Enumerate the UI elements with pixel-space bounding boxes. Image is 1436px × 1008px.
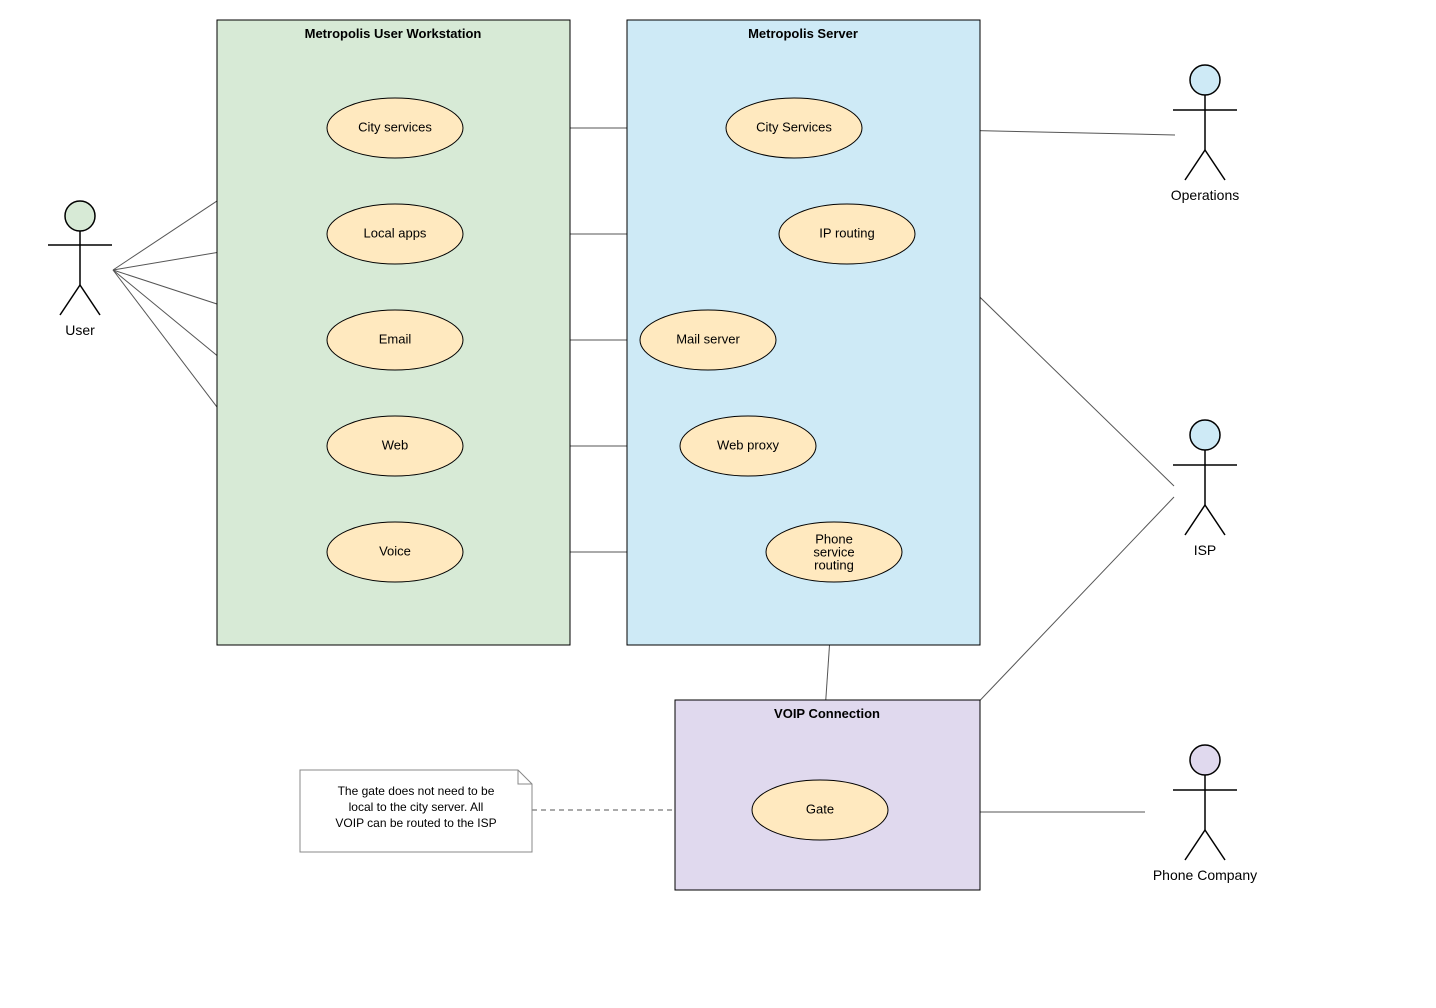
svg-text:Mail server: Mail server — [676, 331, 740, 346]
note-line3: VOIP can be routed to the ISP — [335, 816, 496, 830]
actor-phone-label: Phone Company — [1153, 867, 1257, 883]
actor-operations: Operations — [1171, 65, 1239, 203]
svg-text:Email: Email — [379, 331, 412, 346]
svg-text:City Services: City Services — [756, 119, 832, 134]
voip-title: VOIP Connection — [774, 706, 880, 721]
actor-phone-company: Phone Company — [1153, 745, 1257, 883]
usecase-voice: Voice — [327, 522, 463, 582]
actor-isp: ISP — [1173, 420, 1237, 558]
svg-text:Voice: Voice — [379, 543, 411, 558]
svg-text:routing: routing — [814, 557, 854, 572]
usecase-web-proxy: Web proxy — [680, 416, 816, 476]
usecase-city-services-ws: City services — [327, 98, 463, 158]
svg-text:Web proxy: Web proxy — [717, 437, 779, 452]
svg-text:Gate: Gate — [806, 801, 834, 816]
svg-text:Web: Web — [382, 437, 409, 452]
note: The gate does not need to be local to th… — [300, 770, 532, 852]
usecase-web: Web — [327, 416, 463, 476]
usecase-gate: Gate — [752, 780, 888, 840]
usecase-email: Email — [327, 310, 463, 370]
diagram-canvas: Metropolis User Workstation Metropolis S… — [0, 0, 1436, 1008]
usecase-ip-routing: IP routing — [779, 204, 915, 264]
actor-user: User — [48, 201, 112, 338]
usecase-mail-server: Mail server — [640, 310, 776, 370]
note-line1: The gate does not need to be — [338, 784, 495, 798]
actor-isp-label: ISP — [1194, 542, 1217, 558]
note-line2: local to the city server. All — [349, 800, 484, 814]
actor-operations-label: Operations — [1171, 187, 1239, 203]
usecase-city-services-srv: City Services — [726, 98, 862, 158]
usecase-local-apps: Local apps — [327, 204, 463, 264]
actor-user-label: User — [65, 322, 95, 338]
usecase-phone-service-routing: Phone service routing — [766, 522, 902, 582]
svg-text:City services: City services — [358, 119, 432, 134]
server-title: Metropolis Server — [748, 26, 858, 41]
workstation-title: Metropolis User Workstation — [305, 26, 482, 41]
svg-text:IP routing: IP routing — [819, 225, 874, 240]
svg-text:Local apps: Local apps — [364, 225, 427, 240]
